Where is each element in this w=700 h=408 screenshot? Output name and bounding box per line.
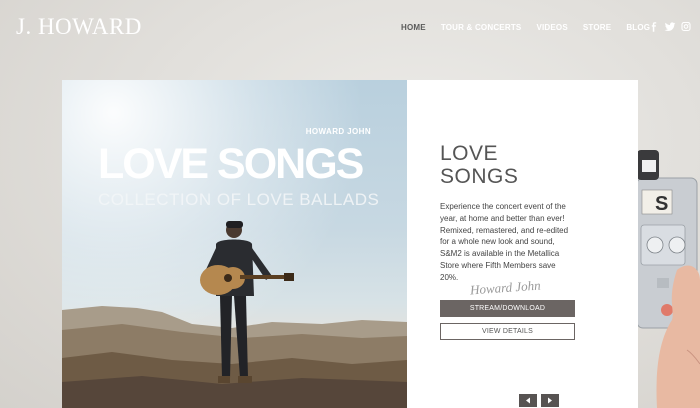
- svg-text:S: S: [655, 193, 668, 215]
- cassette-hand-image: S: [637, 150, 700, 408]
- info-title: LOVE SONGS: [440, 142, 590, 188]
- nav-blog[interactable]: BLOG: [626, 23, 650, 32]
- info-title-line2: SONGS: [440, 165, 519, 188]
- nav-store[interactable]: STORE: [583, 23, 611, 32]
- prev-slide-button[interactable]: [519, 394, 537, 407]
- instagram-icon[interactable]: [680, 22, 692, 32]
- album-cover: HOWARD JOHN LOVE SONGS COLLECTION OF LOV…: [62, 80, 407, 408]
- album-card: HOWARD JOHN LOVE SONGS COLLECTION OF LOV…: [62, 80, 638, 408]
- view-details-button[interactable]: VIEW DETAILS: [440, 323, 575, 340]
- next-slide-button[interactable]: [541, 394, 559, 407]
- album-title: LOVE SONGS: [98, 140, 364, 188]
- album-info: LOVE SONGS Experience the concert event …: [407, 80, 638, 408]
- guitarist-figure: [200, 221, 294, 383]
- stream-download-button[interactable]: STREAM/DOWNLOAD: [440, 300, 575, 317]
- signature: Howard John: [469, 277, 542, 298]
- info-title-line1: LOVE: [440, 142, 499, 165]
- album-description: Experience the concert event of the year…: [440, 202, 569, 282]
- twitter-icon[interactable]: [664, 22, 676, 32]
- social-links: [648, 22, 696, 32]
- nav-tour-concerts[interactable]: TOUR & CONCERTS: [441, 23, 522, 32]
- main-nav: HOME TOUR & CONCERTS VIDEOS STORE BLOG: [401, 23, 665, 32]
- album-artist: HOWARD JOHN: [305, 127, 371, 136]
- facebook-icon[interactable]: [648, 22, 660, 32]
- album-subtitle: COLLECTION OF LOVE BALLADS: [98, 190, 380, 209]
- nav-home[interactable]: HOME: [401, 23, 426, 32]
- site-logo[interactable]: J. HOWARD: [16, 14, 142, 40]
- arrow-right-icon: [548, 397, 552, 404]
- arrow-left-icon: [526, 397, 530, 404]
- nav-videos[interactable]: VIDEOS: [536, 23, 567, 32]
